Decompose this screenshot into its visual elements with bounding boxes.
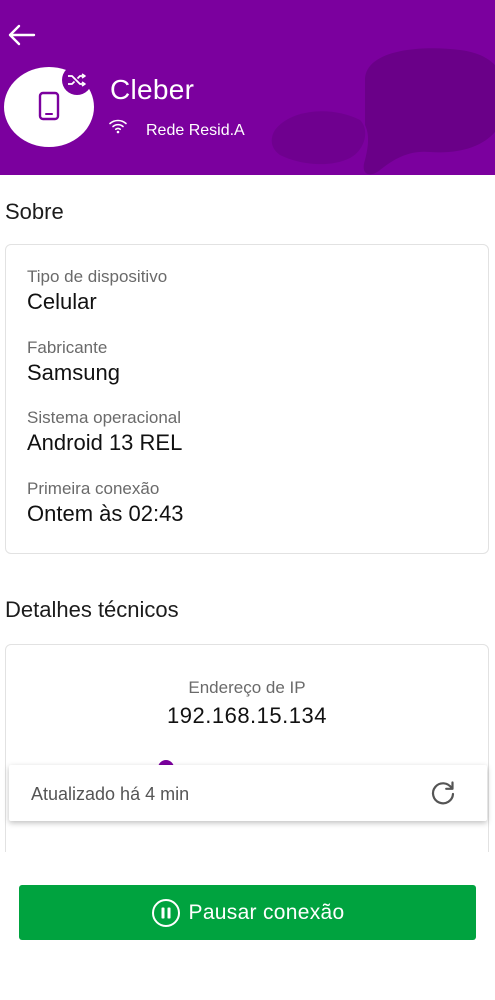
device-type-label: Tipo de dispositivo	[27, 267, 168, 286]
arrow-left-icon	[8, 24, 36, 46]
refresh-button[interactable]	[427, 777, 459, 809]
shuffle-badge	[62, 65, 92, 95]
pause-circle-icon	[151, 898, 180, 927]
about-card: Tipo de dispositivo Celular Fabricante S…	[5, 244, 489, 554]
manufacturer-label: Fabricante	[27, 338, 108, 357]
smartphone-icon	[38, 91, 60, 121]
header-decoration	[271, 48, 495, 175]
device-name: Cleber	[110, 74, 195, 105]
update-status-text: Atualizado há 4 min	[31, 784, 190, 804]
os-label: Sistema operacional	[27, 408, 182, 427]
update-status-bar: Atualizado há 4 min	[9, 765, 487, 821]
ip-address-value: 192.168.15.134	[167, 703, 327, 728]
device-avatar	[4, 65, 94, 147]
about-section-title: Sobre	[5, 199, 64, 224]
wifi-icon	[109, 119, 127, 134]
back-button[interactable]	[4, 20, 38, 50]
pause-connection-label: Pausar conexão	[188, 900, 345, 924]
device-header: Cleber Rede Resid.A	[0, 0, 495, 175]
first-connection-label: Primeira conexão	[27, 479, 160, 498]
pause-connection-button[interactable]: Pausar conexão	[19, 885, 476, 940]
manufacturer-value: Samsung	[27, 360, 120, 385]
os-value: Android 13 REL	[27, 430, 183, 455]
device-details-screen: Cleber Rede Resid.A Sobre Tipo de dispos…	[0, 0, 495, 1000]
ip-address-label: Endereço de IP	[188, 678, 306, 697]
refresh-icon	[431, 781, 455, 805]
shuffle-icon	[68, 73, 86, 87]
technical-section-title: Detalhes técnicos	[5, 597, 179, 622]
device-type-value: Celular	[27, 289, 97, 314]
network-name: Rede Resid.A	[146, 122, 245, 139]
first-connection-value: Ontem às 02:43	[27, 501, 184, 526]
